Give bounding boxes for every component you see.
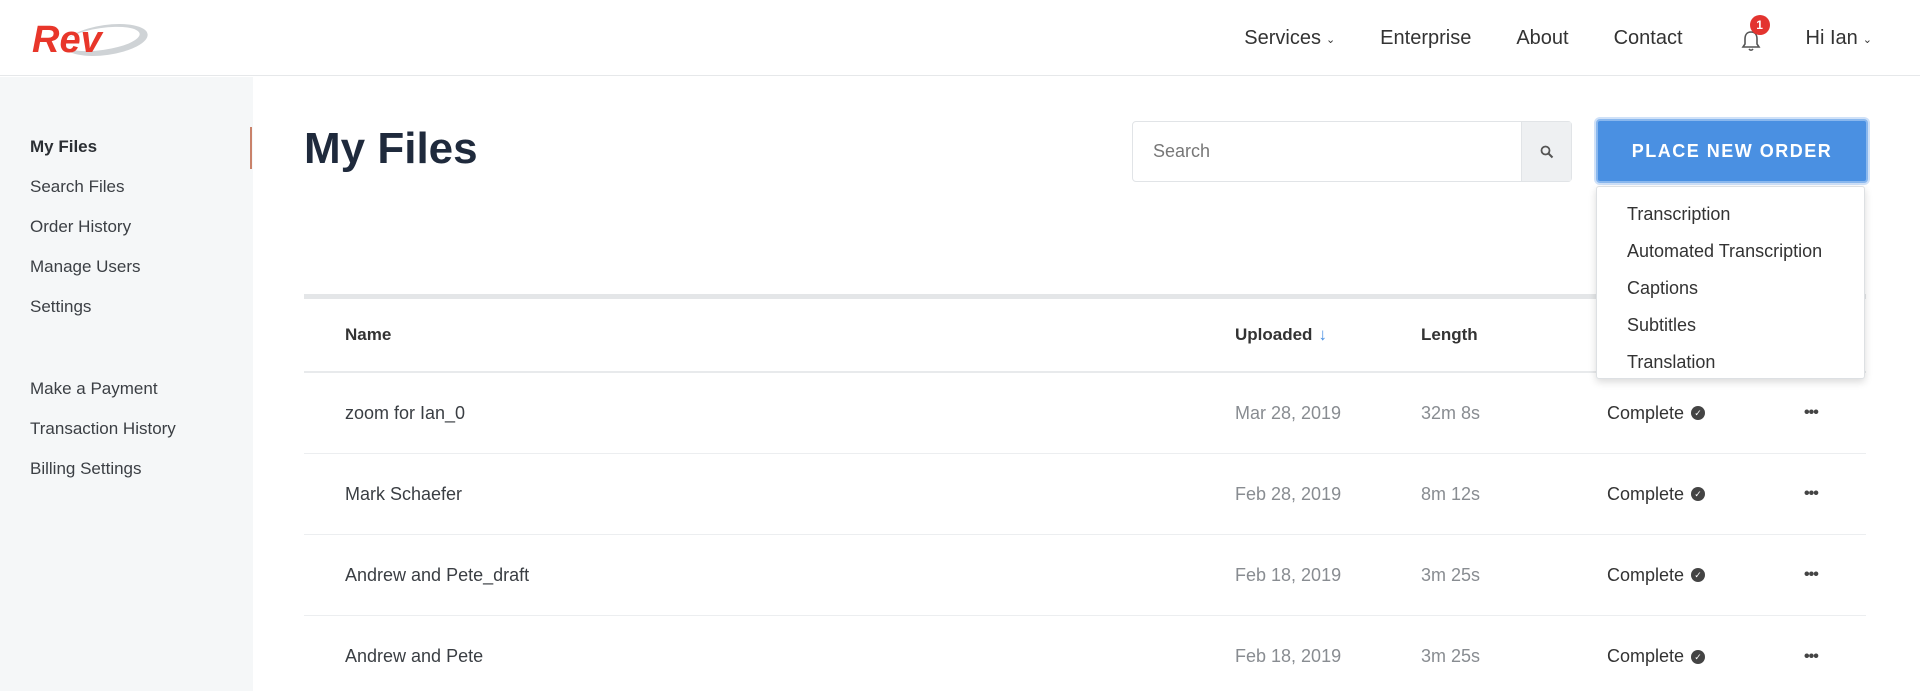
search-input[interactable] [1133,122,1521,181]
status-label: Complete [1607,483,1685,504]
nav-contact[interactable]: Contact [1614,27,1683,50]
menu-item-translation[interactable]: Translation [1597,344,1864,381]
user-menu-label: Hi Ian [1805,26,1858,49]
table-row[interactable]: Andrew and Pete Feb 18, 2019 3m 25s Comp… [304,616,1866,697]
chevron-down-icon: ⌄ [1325,33,1336,46]
menu-item-transcription[interactable]: Transcription [1597,196,1864,233]
notification-badge: 1 [1749,15,1770,35]
column-header-length[interactable]: Length [1421,325,1478,345]
main-nav: Services ⌄ Enterprise About Contact 1 Hi… [1244,0,1920,76]
rev-logo[interactable]: Rev [28,12,148,64]
search-box [1132,121,1572,182]
status: Complete ✓ [1607,483,1706,505]
column-header-uploaded-label: Uploaded [1235,325,1313,344]
table-row[interactable]: Andrew and Pete_draft Feb 18, 2019 3m 25… [304,535,1866,616]
uploaded-date: Feb 28, 2019 [1235,483,1342,504]
sort-descending-icon: ↓ [1318,325,1327,344]
more-options-button[interactable]: ••• [1804,566,1819,584]
file-name[interactable]: Mark Schaefer [345,484,462,505]
status: Complete ✓ [1607,564,1706,586]
nav-enterprise-label: Enterprise [1380,26,1472,49]
sidebar-item-manage-users[interactable]: Manage Users [30,247,141,287]
menu-item-captions[interactable]: Captions [1597,270,1864,307]
chevron-down-icon: ⌄ [1862,33,1872,46]
file-name[interactable]: Andrew and Pete_draft [345,565,529,586]
table-row[interactable]: Mark Schaefer Feb 28, 2019 8m 12s Comple… [304,454,1866,535]
nav-services-label: Services [1244,26,1321,49]
file-length: 3m 25s [1421,564,1481,585]
top-navigation-bar: Rev Services ⌄ Enterprise About Contact … [0,0,1920,76]
more-options-button[interactable]: ••• [1804,404,1819,422]
sidebar-item-my-files[interactable]: My Files [30,127,141,167]
user-menu[interactable]: Hi Ian ⌄ [1806,27,1872,50]
sidebar-primary-group: My Files Search Files Order History Mana… [30,127,141,327]
svg-text:Rev: Rev [32,19,104,61]
uploaded-date: Mar 28, 2019 [1235,402,1342,423]
nav-enterprise[interactable]: Enterprise [1380,27,1471,50]
sidebar-item-settings[interactable]: Settings [30,287,141,327]
status-label: Complete [1607,564,1685,585]
sidebar-item-make-payment[interactable]: Make a Payment [30,369,176,409]
file-length: 8m 12s [1421,483,1481,504]
status-label: Complete [1607,646,1685,666]
more-options-button[interactable]: ••• [1804,485,1819,503]
page-title: My Files [304,124,478,173]
file-length: 32m 8s [1421,402,1481,423]
nav-services[interactable]: Services ⌄ [1244,27,1335,50]
search-button[interactable] [1521,122,1571,181]
sidebar-billing-group: Make a Payment Transaction History Billi… [30,369,176,489]
more-options-button[interactable]: ••• [1804,648,1819,666]
status-label: Complete [1607,402,1685,423]
sidebar-item-search-files[interactable]: Search Files [30,167,141,207]
sidebar: My Files Search Files Order History Mana… [0,77,253,691]
check-circle-icon: ✓ [1691,406,1706,420]
search-icon [1540,145,1553,158]
place-new-order-button[interactable]: PLACE NEW ORDER [1596,119,1868,183]
active-indicator [250,127,252,169]
menu-item-automated-transcription[interactable]: Automated Transcription [1597,233,1864,270]
sidebar-item-order-history[interactable]: Order History [30,207,141,247]
file-name[interactable]: zoom for Ian_0 [345,403,465,424]
column-header-name[interactable]: Name [345,325,391,345]
file-length: 3m 25s [1421,646,1481,666]
uploaded-date: Feb 18, 2019 [1235,646,1342,666]
column-header-uploaded[interactable]: Uploaded ↓ [1235,325,1327,345]
file-name[interactable]: Andrew and Pete [345,646,483,667]
order-type-menu: Transcription Automated Transcription Ca… [1596,186,1865,379]
notifications-button[interactable]: 1 [1736,15,1770,53]
check-circle-icon: ✓ [1691,487,1706,501]
check-circle-icon: ✓ [1691,649,1706,664]
menu-item-subtitles[interactable]: Subtitles [1597,307,1864,344]
sidebar-item-billing-settings[interactable]: Billing Settings [30,449,176,489]
nav-about[interactable]: About [1516,27,1568,50]
status: Complete ✓ [1607,646,1706,667]
check-circle-icon: ✓ [1691,568,1706,582]
uploaded-date: Feb 18, 2019 [1235,564,1342,585]
table-row[interactable]: zoom for Ian_0 Mar 28, 2019 32m 8s Compl… [304,373,1866,454]
sidebar-item-transaction-history[interactable]: Transaction History [30,409,176,449]
nav-about-label: About [1516,26,1569,49]
status: Complete ✓ [1607,402,1706,424]
nav-contact-label: Contact [1613,26,1683,49]
